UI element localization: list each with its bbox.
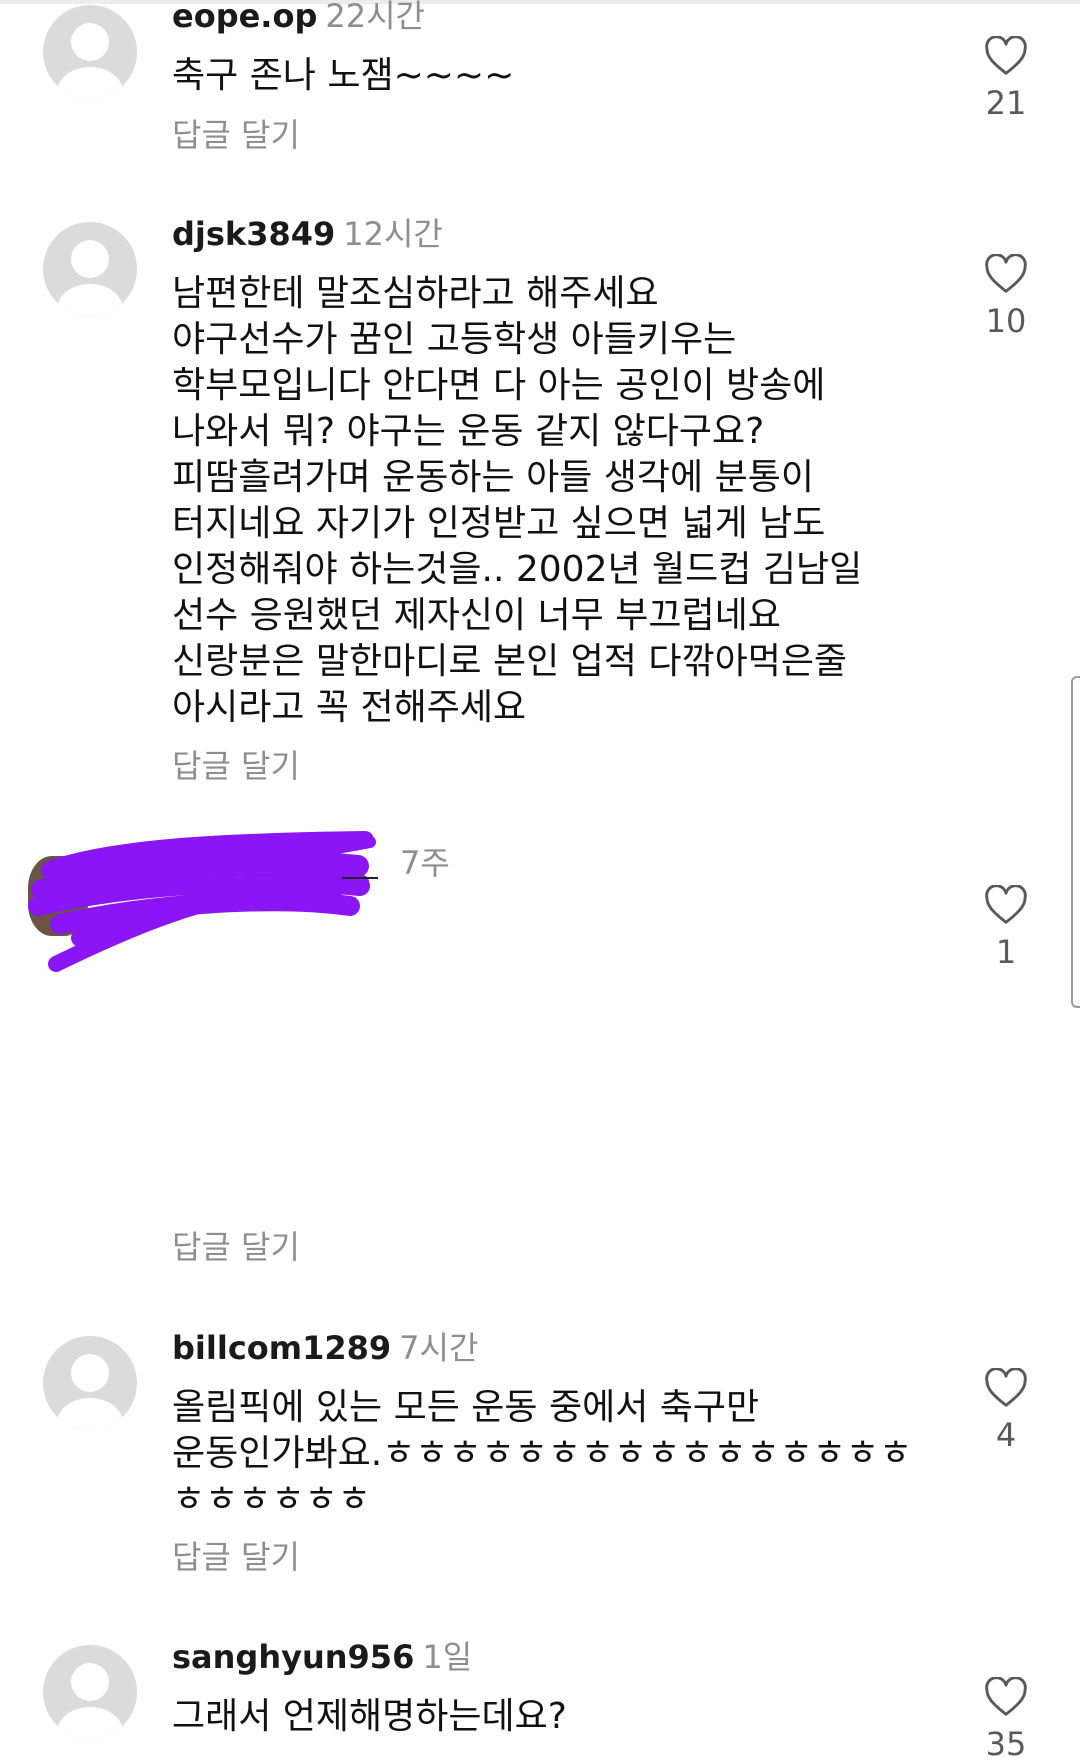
reply-button[interactable]: 답글 달기 — [172, 1227, 300, 1267]
avatar-head-shape — [71, 23, 109, 61]
like-count: 10 — [985, 302, 1027, 340]
avatar[interactable] — [43, 1645, 137, 1739]
reply-button[interactable]: 답글 달기 — [172, 115, 300, 155]
avatar-body-shape — [57, 1707, 123, 1739]
comment-meta: eope.op 22시간 — [172, 0, 425, 36]
username[interactable]: billcom1289 — [172, 1329, 391, 1367]
heart-icon — [985, 885, 1027, 924]
timestamp: 1일 — [422, 1638, 473, 1676]
reply-button[interactable]: 답글 달기 — [172, 1537, 300, 1577]
redaction-scribble — [28, 831, 378, 972]
comment-meta: billcom1289 7시간 — [172, 1328, 478, 1368]
like-button[interactable]: 21 — [976, 36, 1036, 122]
timestamp: 7주 — [400, 844, 450, 882]
username[interactable]: eope.op — [172, 0, 317, 35]
like-button[interactable]: 10 — [976, 254, 1036, 340]
like-button[interactable]: 1 — [976, 885, 1036, 971]
top-divider — [0, 0, 1080, 4]
avatar-head-shape — [71, 1354, 109, 1392]
like-count: 21 — [985, 84, 1027, 122]
avatar[interactable] — [43, 5, 137, 99]
scrollbar[interactable] — [1071, 676, 1080, 1008]
avatar-head-shape — [71, 240, 109, 278]
avatar[interactable] — [43, 222, 137, 316]
timestamp: 12시간 — [343, 215, 443, 253]
like-count: 1 — [995, 933, 1017, 971]
comment-meta: djsk3849 12시간 — [172, 214, 443, 254]
comment-text: 그래서 언제해명하는데요? — [172, 1696, 567, 1737]
comment-meta: 7주 — [392, 843, 450, 883]
heart-icon — [985, 36, 1027, 75]
reply-button[interactable]: 답글 달기 — [172, 746, 300, 786]
comment-text: 축구 존나 노잼~~~~ — [172, 55, 515, 96]
like-count: 35 — [985, 1725, 1027, 1763]
timestamp: 22시간 — [325, 0, 425, 35]
comment-text: 남편한테 말조심하라고 해주세요 야구선수가 꿈인 고등학생 아들키우는 학부모… — [172, 273, 863, 728]
heart-icon — [985, 1368, 1027, 1407]
comment-text: 올림픽에 있는 모든 운동 중에서 축구만 운동인가봐요.ㅎㅎㅎㅎㅎㅎㅎㅎㅎㅎㅎ… — [172, 1387, 913, 1520]
like-count: 4 — [995, 1416, 1017, 1454]
like-button[interactable]: 35 — [976, 1677, 1036, 1763]
heart-icon — [985, 254, 1027, 293]
timestamp: 7시간 — [399, 1329, 479, 1367]
avatar[interactable] — [43, 1336, 137, 1430]
avatar-body-shape — [57, 284, 123, 316]
comment-meta: sanghyun956 1일 — [172, 1637, 472, 1677]
username[interactable]: djsk3849 — [172, 215, 335, 253]
like-button[interactable]: 4 — [976, 1368, 1036, 1454]
avatar-body-shape — [57, 1398, 123, 1430]
avatar-head-shape — [71, 1663, 109, 1701]
username[interactable]: sanghyun956 — [172, 1638, 414, 1676]
avatar-body-shape — [57, 67, 123, 99]
heart-icon — [985, 1677, 1027, 1716]
